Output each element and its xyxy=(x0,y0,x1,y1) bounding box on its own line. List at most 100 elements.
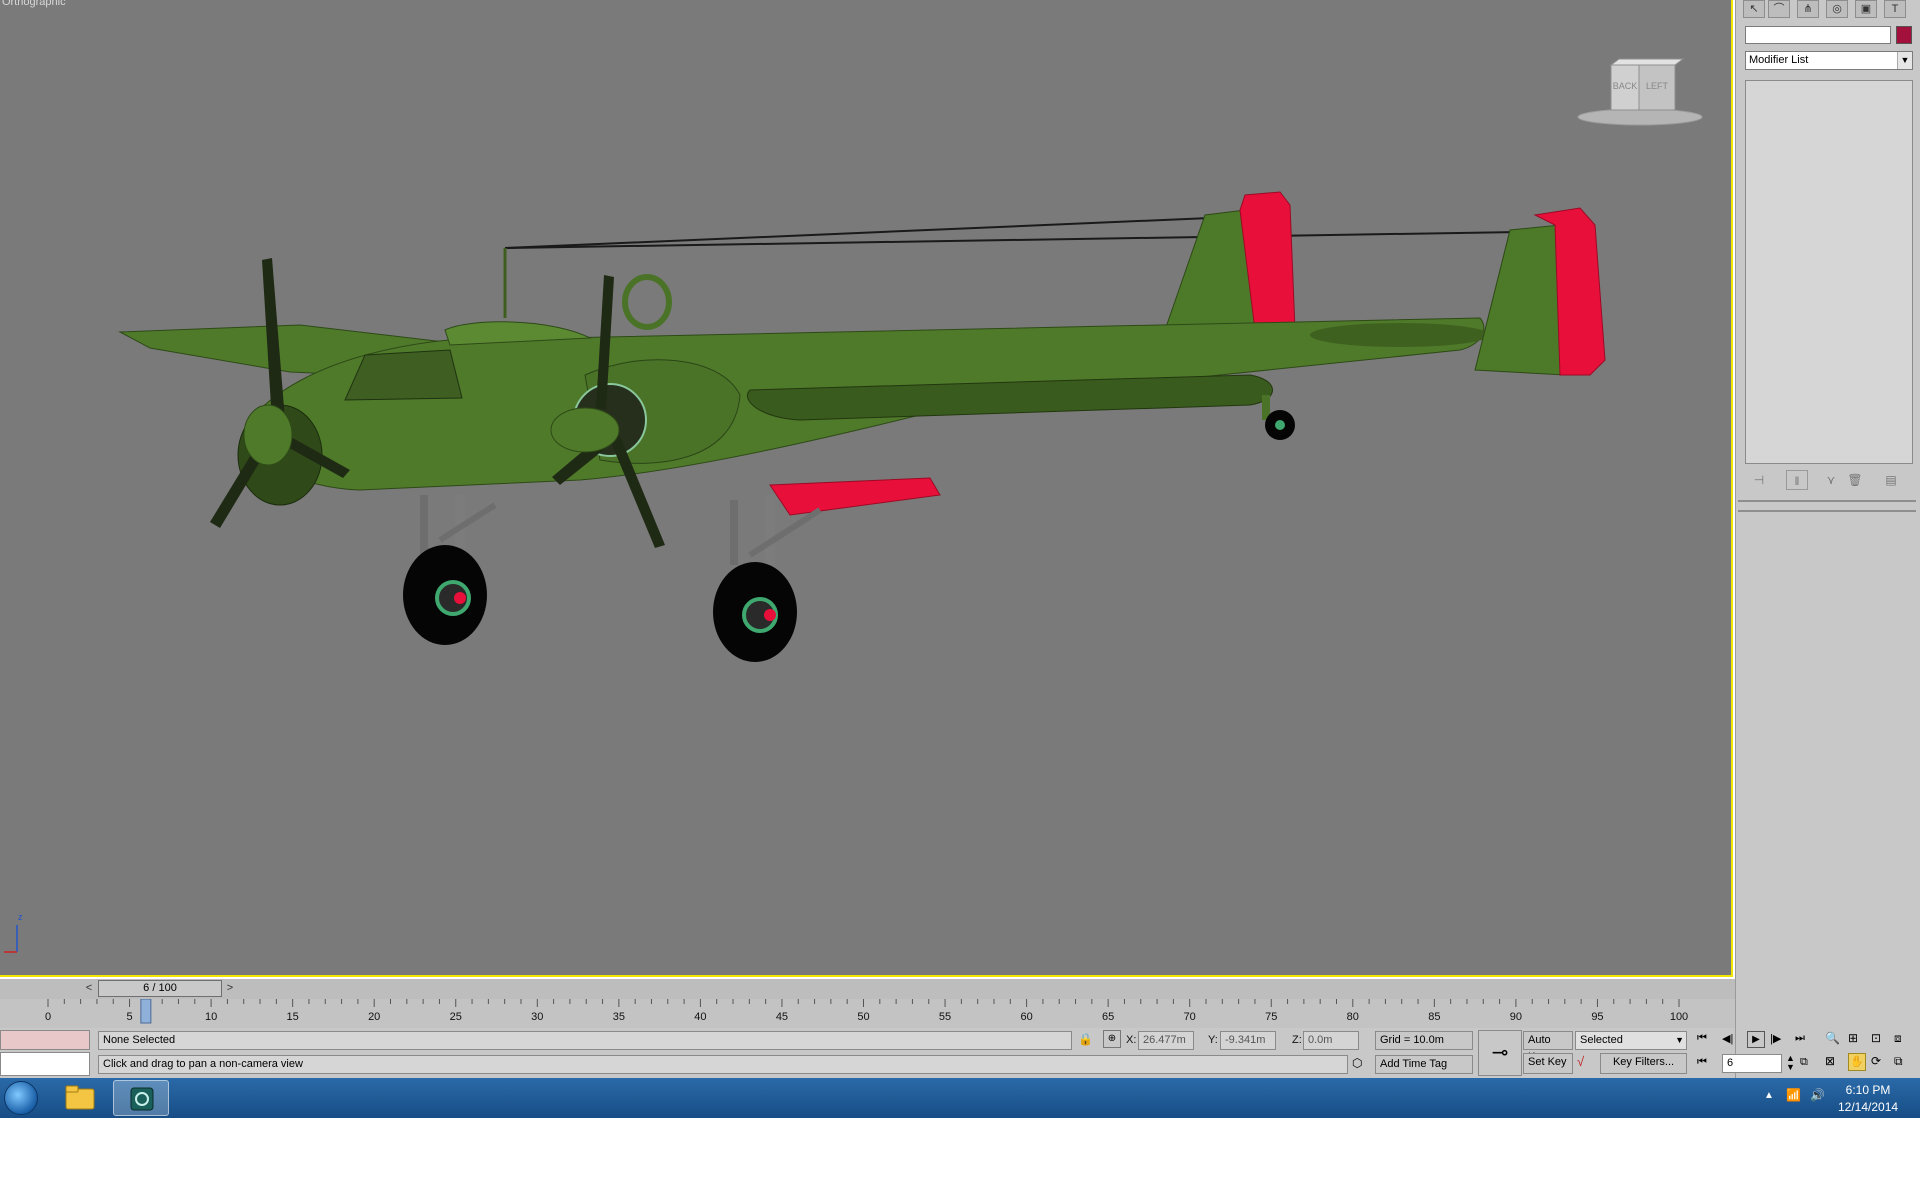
show-end-result-icon[interactable]: ‖ xyxy=(1786,470,1808,490)
utilities-icon[interactable]: T xyxy=(1884,0,1906,18)
3dsmax-taskbar-icon[interactable] xyxy=(113,1080,169,1116)
time-slider-track[interactable] xyxy=(0,979,1735,999)
clock[interactable]: 6:10 PM 12/14/2014 xyxy=(1838,1082,1898,1116)
zoom-icon[interactable]: 🔍 xyxy=(1825,1031,1840,1045)
key-curve-icon[interactable]: √ xyxy=(1577,1054,1584,1069)
time-configuration-icon[interactable]: ⧉ xyxy=(1800,1056,1808,1069)
track-tick-label: 75 xyxy=(1265,1011,1278,1023)
field-of-view-icon[interactable]: ⊠ xyxy=(1825,1054,1835,1068)
file-explorer-icon[interactable] xyxy=(52,1080,108,1116)
create-icon[interactable]: ↖ xyxy=(1743,0,1765,18)
track-tick-label: 50 xyxy=(857,1011,870,1023)
spinner-icon[interactable]: ▲ ▼ xyxy=(1786,1054,1795,1072)
set-key-button[interactable]: Set Key xyxy=(1523,1053,1573,1074)
track-tick-label: 70 xyxy=(1183,1011,1196,1023)
grid-size-display: Grid = 10.0m xyxy=(1375,1031,1473,1050)
x-coord-label: X: xyxy=(1126,1034,1137,1046)
time-prev-button[interactable]: < xyxy=(82,981,96,996)
chevron-down-icon[interactable]: ▼ xyxy=(1897,52,1912,69)
selection-status: None Selected xyxy=(98,1031,1072,1050)
modifier-list-dropdown[interactable]: Modifier List ▼ xyxy=(1745,51,1913,70)
chevron-down-icon[interactable]: ▼ xyxy=(1675,1032,1684,1049)
horizontal-stabilizer xyxy=(1310,323,1490,347)
track-tick-label: 10 xyxy=(204,1011,218,1023)
key-filters-button[interactable]: Key Filters... xyxy=(1600,1053,1687,1074)
track-tick-label: 100 xyxy=(1669,1011,1689,1023)
make-unique-icon[interactable]: ⋎ xyxy=(1820,470,1842,490)
perspective-viewport[interactable]: Orthographic BACK LEFT z xyxy=(0,0,1733,977)
track-tick-label: 55 xyxy=(938,1011,952,1023)
configure-modifier-sets-icon[interactable]: ▤ xyxy=(1880,470,1902,490)
track-tick-label: 15 xyxy=(286,1011,299,1023)
object-color-swatch[interactable] xyxy=(1896,26,1912,44)
show-hidden-icons[interactable]: ▲ xyxy=(1764,1090,1774,1101)
prompt-line: Click and drag to pan a non-camera view xyxy=(98,1055,1348,1074)
track-tick-label: 85 xyxy=(1428,1011,1441,1023)
zoom-all-icon[interactable]: ⊞ xyxy=(1848,1031,1858,1045)
landing-gear-rear xyxy=(713,495,822,662)
go-to-end-icon[interactable]: ⏭ xyxy=(1795,1032,1805,1045)
modifier-stack[interactable] xyxy=(1745,80,1913,464)
set-key-mode-icon[interactable]: ⊸ xyxy=(1478,1030,1522,1076)
key-mode-toggle-icon[interactable]: ⏮ xyxy=(1697,1056,1707,1069)
y-coord-field[interactable]: -9.341m xyxy=(1220,1031,1276,1050)
zoom-extents-icon[interactable]: ⊡ xyxy=(1871,1031,1881,1045)
axis-tripod xyxy=(4,925,18,953)
hierarchy-icon[interactable]: ⋔ xyxy=(1797,0,1819,18)
clock-date: 12/14/2014 xyxy=(1838,1100,1899,1114)
windows-start-icon[interactable] xyxy=(4,1081,38,1115)
antenna-wire-2 xyxy=(504,231,1521,249)
track-tick-label: 0 xyxy=(44,1011,52,1023)
previous-frame-icon[interactable]: ◀| xyxy=(1722,1032,1733,1045)
track-tick-label: 25 xyxy=(449,1011,462,1023)
maxscript-listener-mini[interactable] xyxy=(0,1030,90,1050)
modifier-list-label: Modifier List xyxy=(1749,54,1809,66)
y-coord-label: Y: xyxy=(1208,1034,1218,1046)
volume-icon[interactable]: 🔊 xyxy=(1810,1088,1825,1102)
next-frame-icon[interactable]: |▶ xyxy=(1770,1032,1781,1045)
time-slider[interactable]: 6 / 100 xyxy=(98,980,222,997)
pin-stack-icon[interactable]: ⊣ xyxy=(1748,470,1770,490)
axis-z-label: z xyxy=(18,912,23,922)
track-tick-label: 5 xyxy=(126,1011,133,1023)
tail-fin-right xyxy=(1474,224,1566,376)
motion-icon[interactable]: ◎ xyxy=(1826,0,1848,18)
lock-icon[interactable]: 🔒 xyxy=(1078,1032,1093,1046)
object-name-field[interactable] xyxy=(1745,26,1891,44)
track-tick-label: 35 xyxy=(612,1011,625,1023)
display-icon[interactable]: ▣ xyxy=(1855,0,1877,18)
play-icon[interactable]: ▶ xyxy=(1747,1031,1765,1048)
loop-antenna xyxy=(622,274,672,330)
track-tick-label: 95 xyxy=(1591,1011,1604,1023)
key-mode-value: Selected xyxy=(1580,1034,1623,1046)
taskbar xyxy=(0,1078,1920,1118)
maxscript-output-mini[interactable] xyxy=(0,1052,90,1076)
track-tick-label: 30 xyxy=(531,1011,544,1023)
tail-fin-left xyxy=(1164,209,1256,331)
add-time-tag-button[interactable]: Add Time Tag xyxy=(1375,1055,1473,1074)
go-to-start-icon[interactable]: ⏮ xyxy=(1697,1032,1707,1045)
key-mode-dropdown[interactable]: Selected ▼ xyxy=(1575,1031,1687,1050)
zoom-extents-all-icon[interactable]: ⧈ xyxy=(1894,1031,1902,1046)
track-tick-label: 40 xyxy=(694,1011,707,1023)
auto-key-button[interactable]: Auto Key xyxy=(1523,1031,1573,1063)
network-icon[interactable]: 📶 xyxy=(1786,1088,1801,1102)
antenna-wire-1 xyxy=(504,217,1211,249)
pan-icon[interactable]: ✋ xyxy=(1848,1053,1866,1071)
track-tick-label: 45 xyxy=(775,1011,789,1023)
maximize-viewport-icon[interactable]: ⧉ xyxy=(1894,1054,1903,1069)
modify-icon[interactable]: ⌒ xyxy=(1768,0,1790,18)
time-tag-icon[interactable]: ⬡ xyxy=(1352,1056,1362,1070)
x-coord-field[interactable]: 26.477m xyxy=(1138,1031,1194,1050)
track-tick-label: 20 xyxy=(368,1011,381,1023)
z-coord-field[interactable]: 0.0m xyxy=(1303,1031,1359,1050)
aircraft-model[interactable] xyxy=(0,0,1730,975)
time-next-button[interactable]: > xyxy=(223,981,237,996)
track-tick-label: 90 xyxy=(1509,1011,1523,1023)
wing-flap xyxy=(769,477,941,516)
z-coord-label: Z: xyxy=(1292,1034,1302,1046)
remove-modifier-icon[interactable]: 🗑 xyxy=(1844,470,1866,490)
orbit-icon[interactable]: ⟳ xyxy=(1871,1054,1881,1068)
current-frame-field[interactable]: 6 xyxy=(1722,1054,1782,1073)
absolute-mode-icon[interactable]: ⊕ xyxy=(1103,1030,1121,1048)
